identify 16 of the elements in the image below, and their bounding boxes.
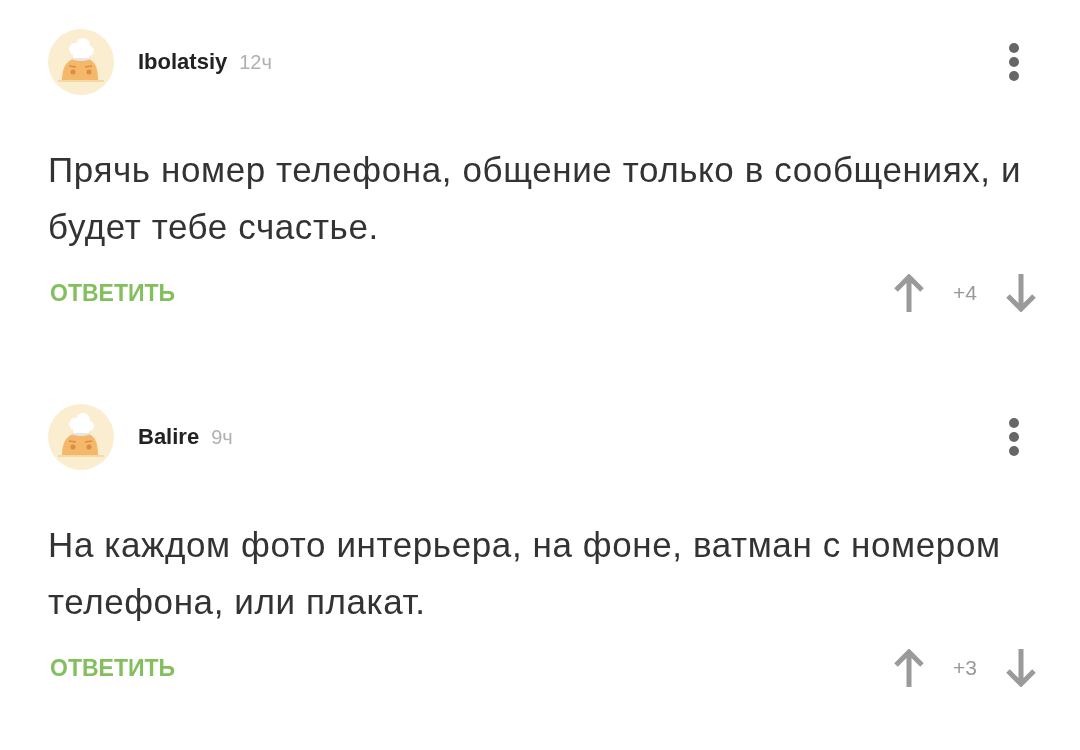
- chef-avatar-icon: [48, 404, 114, 470]
- author-name[interactable]: Ibolatsiy: [138, 49, 228, 75]
- comment-text: На каждом фото интерьера, на фоне, ватман с номером телефона, или плакат.: [48, 524, 1002, 623]
- comment-time: 12ч: [239, 50, 272, 74]
- rating-count: +3: [953, 656, 977, 680]
- chef-avatar-icon: [48, 29, 114, 95]
- arrow-down-icon[interactable]: [1005, 274, 1037, 312]
- arrow-up-icon[interactable]: [893, 274, 926, 312]
- rating-count: +4: [953, 281, 977, 305]
- more-icon[interactable]: [1008, 43, 1020, 81]
- comment-time: 9ч: [211, 425, 233, 449]
- comment-text: Прячь номер телефона, общение только в сообщениях, и будет тебе счастье.: [48, 149, 1023, 248]
- author-name[interactable]: Balire: [138, 424, 200, 450]
- arrow-down-icon[interactable]: [1005, 649, 1037, 687]
- arrow-up-icon[interactable]: [893, 649, 926, 687]
- more-icon[interactable]: [1008, 418, 1020, 456]
